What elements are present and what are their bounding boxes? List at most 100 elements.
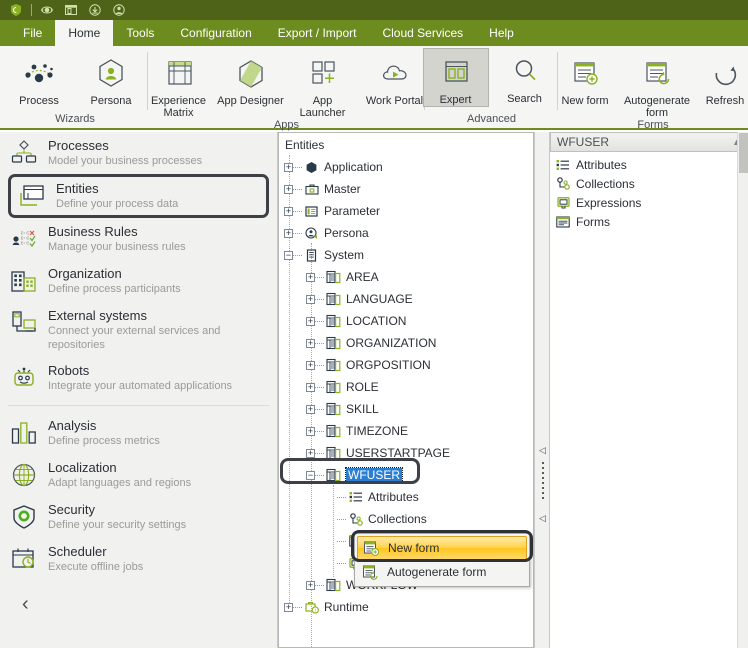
sidebar-title-external-systems: External systems: [48, 308, 147, 323]
tree-twisty-expanded[interactable]: −: [284, 250, 293, 260]
sidebar-item-robots[interactable]: Robots Integrate your automated applicat…: [0, 357, 277, 399]
tree-twisty-collapsed[interactable]: +: [306, 272, 315, 282]
tree-node-orgposition[interactable]: + ORGPOSITION: [279, 354, 533, 376]
tree-connector-dots: [293, 255, 302, 256]
tab-cloud-services[interactable]: Cloud Services: [369, 20, 476, 46]
tree-node-location[interactable]: + LOCATION: [279, 310, 533, 332]
sidebar-item-entities[interactable]: Entities Define your process data: [8, 174, 269, 218]
right-panel-scrollbar[interactable]: [737, 132, 748, 648]
sidebar-item-security[interactable]: Security Define your security settings: [0, 496, 277, 538]
wfuser-item-expressions[interactable]: Expressions: [550, 193, 748, 212]
ribbon-label-autogenerate-form: Autogenerate form: [623, 95, 691, 119]
tree-twisty-expanded[interactable]: −: [306, 470, 315, 480]
tree-node-runtime[interactable]: + i Runtime: [279, 596, 533, 618]
tree-twisty-collapsed[interactable]: +: [306, 580, 315, 590]
wfuser-item-forms[interactable]: Forms: [550, 212, 748, 231]
tree-node-userstartpage[interactable]: + USERSTARTPAGE: [279, 442, 533, 464]
sidebar-item-localization[interactable]: Localization Adapt languages and regions: [0, 454, 277, 496]
tree-node-organization[interactable]: + ORGANIZATION: [279, 332, 533, 354]
tree-twisty-collapsed[interactable]: +: [284, 162, 293, 172]
ribbon-button-expert[interactable]: Expert: [422, 48, 489, 107]
tree-node-application[interactable]: + Application: [279, 156, 533, 178]
tree-twisty-collapsed[interactable]: +: [306, 382, 315, 392]
tree-node-attributes[interactable]: Attributes: [279, 486, 533, 508]
tree-node-label: System: [324, 248, 365, 262]
scrollbar-thumb[interactable]: [739, 133, 748, 173]
wfuser-detail-panel: WFUSER ▲ Attributes Collections Expression…: [550, 132, 748, 648]
process-tree-icon: [8, 137, 40, 169]
tree-node-master[interactable]: + Master: [279, 178, 533, 200]
ribbon-button-new-form[interactable]: New form: [556, 50, 614, 107]
ribbon-button-app-launcher[interactable]: App Launcher: [287, 50, 359, 119]
window-icon[interactable]: [59, 0, 83, 20]
tree-connector-dots: [315, 585, 324, 586]
tree-twisty-collapsed[interactable]: +: [284, 228, 293, 238]
tree-node-persona[interactable]: + Persona: [279, 222, 533, 244]
tree-node-collections[interactable]: Collections: [279, 508, 533, 530]
sidebar-text: Business Rules Manage your business rule…: [48, 223, 186, 254]
tree-twisty-collapsed[interactable]: +: [306, 360, 315, 370]
tree-node-role[interactable]: + ROLE: [279, 376, 533, 398]
ribbon-button-process[interactable]: Process: [3, 50, 75, 107]
sidebar-item-business-rules[interactable]: Business Rules Manage your business rule…: [0, 218, 277, 260]
wfuser-panel-header[interactable]: WFUSER ▲: [550, 132, 748, 152]
sidebar-title-localization: Localization: [48, 460, 117, 475]
sidebar-item-scheduler[interactable]: Scheduler Execute offline jobs: [0, 538, 277, 580]
wfuser-item-collections[interactable]: Collections: [550, 174, 748, 193]
panel-splitter[interactable]: ◁ ◁: [534, 132, 550, 648]
tab-help[interactable]: Help: [476, 20, 527, 46]
app-logo-icon[interactable]: [4, 0, 28, 20]
ribbon-button-autogenerate-form[interactable]: Autogenerate form: [614, 50, 700, 119]
sidebar-title-organization: Organization: [48, 266, 122, 281]
expressions-icon: [554, 196, 572, 209]
tab-configuration[interactable]: Configuration: [167, 20, 264, 46]
tree-node-label: Persona: [324, 226, 369, 240]
tree-node-timezone[interactable]: + TIMEZONE: [279, 420, 533, 442]
sidebar-item-analysis[interactable]: Analysis Define process metrics: [0, 412, 277, 454]
splitter-collapse-arrow-top[interactable]: ◁: [539, 446, 546, 455]
tree-twisty-collapsed[interactable]: +: [306, 404, 315, 414]
user-circle-icon[interactable]: [107, 0, 131, 20]
wfuser-item-attributes[interactable]: Attributes: [550, 155, 748, 174]
tree-twisty-collapsed[interactable]: +: [284, 184, 293, 194]
ribbon-button-refresh[interactable]: Refresh: [700, 50, 748, 107]
entity-table-icon: [325, 446, 342, 460]
ribbon-button-app-designer[interactable]: App Designer: [215, 50, 287, 107]
tree-twisty-collapsed[interactable]: +: [284, 602, 293, 612]
tab-file[interactable]: File: [10, 20, 55, 46]
tree-twisty-collapsed[interactable]: +: [306, 338, 315, 348]
tree-node-area[interactable]: + AREA: [279, 266, 533, 288]
tree-node-system[interactable]: − System: [279, 244, 533, 266]
context-menu-item-new-form[interactable]: New form: [357, 536, 527, 560]
tree-twisty-collapsed[interactable]: +: [306, 316, 315, 326]
tree-twisty-collapsed[interactable]: +: [306, 448, 315, 458]
tab-export-import[interactable]: Export / Import: [265, 20, 370, 46]
ribbon-button-search[interactable]: Search: [489, 48, 561, 105]
ribbon-button-persona[interactable]: Persona: [75, 50, 147, 107]
tree-node-wfuser[interactable]: − WFUSER: [279, 464, 533, 486]
ribbon-label-search: Search: [507, 93, 542, 105]
sidebar-collapse-button[interactable]: ‹: [22, 594, 42, 614]
parameter-icon: [303, 205, 320, 218]
ribbon-button-experience-matrix[interactable]: Experience Matrix: [143, 50, 215, 119]
sidebar-item-external-systems[interactable]: External systems Connect your external s…: [0, 302, 277, 357]
tree-node-parameter[interactable]: + Parameter: [279, 200, 533, 222]
download-circle-icon[interactable]: [83, 0, 107, 20]
tab-home[interactable]: Home: [55, 20, 114, 46]
tree-node-language[interactable]: + LANGUAGE: [279, 288, 533, 310]
sidebar-item-processes[interactable]: Processes Model your business processes: [0, 132, 277, 174]
tree-twisty-collapsed[interactable]: +: [306, 426, 315, 436]
globe-icon[interactable]: [35, 0, 59, 20]
tree-node-skill[interactable]: + SKILL: [279, 398, 533, 420]
sidebar-item-organization[interactable]: Organization Define process participants: [0, 260, 277, 302]
organization-building-icon: [8, 265, 40, 297]
splitter-collapse-arrow-bottom[interactable]: ◁: [539, 514, 546, 523]
tab-tools[interactable]: Tools: [113, 20, 167, 46]
context-menu-item-autogenerate-form[interactable]: Autogenerate form: [357, 560, 527, 584]
tree-twisty-collapsed[interactable]: +: [284, 206, 293, 216]
tree-connector-dots: [315, 475, 324, 476]
tree-twisty-collapsed[interactable]: +: [306, 294, 315, 304]
wfuser-panel-items: Attributes Collections Expressions Forms: [550, 152, 748, 231]
sidebar-desc-scheduler: Execute offline jobs: [48, 561, 144, 573]
ribbon-button-work-portal[interactable]: Work Portal: [359, 50, 431, 107]
